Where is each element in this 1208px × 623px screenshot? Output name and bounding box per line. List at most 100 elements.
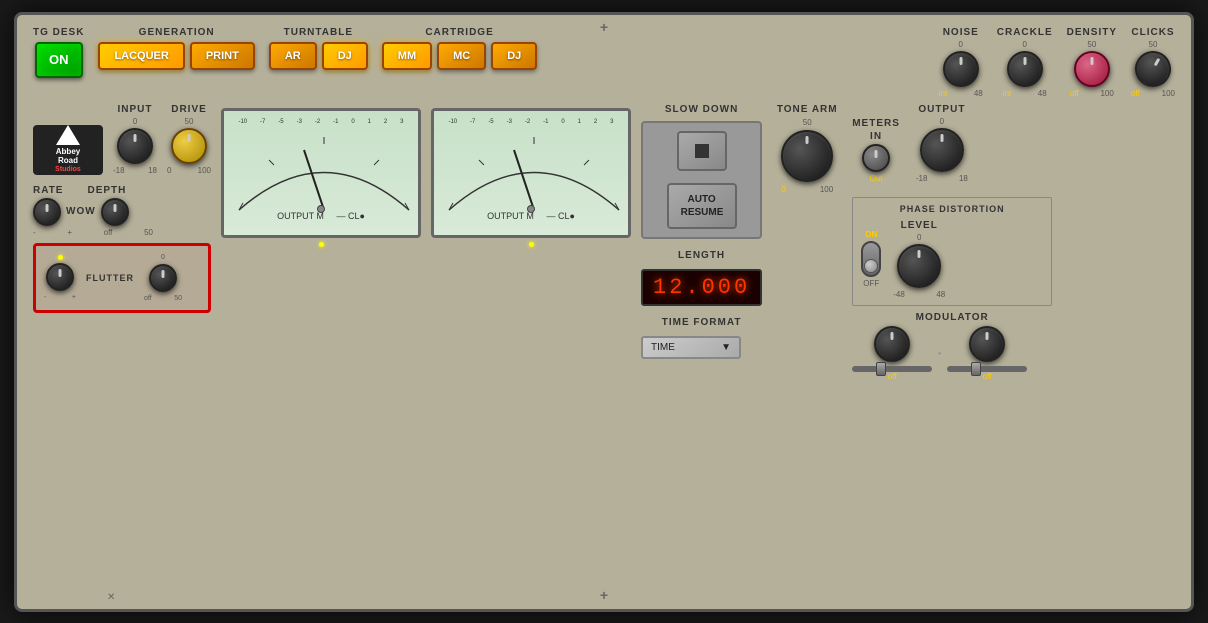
vu-right-led bbox=[529, 242, 534, 247]
drive-value: 50 bbox=[185, 117, 194, 126]
output-knob[interactable] bbox=[920, 128, 964, 172]
vu-arc-right bbox=[439, 125, 629, 215]
mc-button[interactable]: MC bbox=[437, 42, 486, 70]
noise-value: 0 bbox=[959, 40, 963, 49]
flutter-rate-max: + bbox=[72, 294, 76, 301]
studios-text: Studios bbox=[55, 166, 81, 174]
crackle-range: int 48 bbox=[1003, 89, 1047, 98]
plugin-frame: TG DESK ON GENERATION LACQUER PRINT TURN… bbox=[14, 12, 1194, 612]
abbey-road-logo: Abbey Road Studios bbox=[33, 125, 103, 175]
flutter-rate-led bbox=[58, 255, 63, 260]
abbey-text: Abbey bbox=[55, 147, 81, 157]
input-value: 0 bbox=[133, 117, 137, 126]
density-range-min: off bbox=[1070, 89, 1079, 98]
wow-depth-knob[interactable] bbox=[101, 198, 129, 226]
generation-section: GENERATION LACQUER PRINT bbox=[98, 27, 254, 70]
slider-handle-icon bbox=[876, 362, 886, 376]
density-knob[interactable] bbox=[1074, 51, 1110, 87]
cartridge-label: CARTRIDGE bbox=[425, 27, 493, 38]
modulator-knob-right[interactable] bbox=[969, 326, 1005, 362]
lacquer-button[interactable]: LACQUER bbox=[98, 42, 184, 70]
tone-arm-value: 50 bbox=[803, 118, 812, 127]
mm-button[interactable]: MM bbox=[382, 42, 432, 70]
density-section: DENSITY 50 off 100 bbox=[1067, 27, 1117, 98]
turntable-buttons: AR DJ bbox=[269, 42, 368, 70]
toggle-handle-icon bbox=[864, 259, 878, 273]
rate-label: RATE bbox=[33, 185, 63, 196]
vu-left-led bbox=[319, 242, 324, 247]
tg-desk-section: TG DESK ON bbox=[33, 27, 84, 78]
phase-level-value: 0 bbox=[917, 233, 921, 242]
dj-button-cartridge[interactable]: DJ bbox=[491, 42, 537, 70]
noise-section: NOISE 0 int 48 bbox=[939, 27, 983, 98]
noise-label: NOISE bbox=[943, 27, 979, 38]
phase-level-knob[interactable] bbox=[897, 244, 941, 288]
bottom-center-plus-icon: + bbox=[600, 587, 608, 603]
phase-toggle[interactable] bbox=[861, 241, 881, 277]
on-button[interactable]: ON bbox=[35, 42, 83, 78]
density-value: 50 bbox=[1087, 40, 1096, 49]
ar-button[interactable]: AR bbox=[269, 42, 317, 70]
density-range: off 100 bbox=[1070, 89, 1114, 98]
length-label: LENGTH bbox=[678, 250, 725, 261]
modulator-dot-separator: • bbox=[938, 349, 941, 358]
crackle-knob[interactable] bbox=[1007, 51, 1043, 87]
auto-resume-button[interactable]: AUTORESUME bbox=[667, 183, 737, 229]
phase-level-section: LEVEL 0 -48 48 bbox=[893, 220, 945, 299]
drive-label: DRIVE bbox=[171, 104, 207, 115]
stop-icon bbox=[695, 144, 709, 158]
meters-label: METERS bbox=[852, 118, 900, 129]
dj-button-turntable[interactable]: DJ bbox=[322, 42, 368, 70]
road-text: Road bbox=[55, 156, 81, 166]
crackle-value: 0 bbox=[1022, 40, 1026, 49]
vu-label-right: OUTPUT M — CL● bbox=[487, 211, 575, 221]
crackle-range-min: int bbox=[1003, 89, 1011, 98]
print-button[interactable]: PRINT bbox=[190, 42, 255, 70]
flutter-depth-knob[interactable] bbox=[149, 264, 177, 292]
generation-label: GENERATION bbox=[139, 27, 215, 38]
tg-desk-label: TG DESK bbox=[33, 27, 84, 38]
clicks-range-min: off bbox=[1131, 89, 1140, 98]
density-range-max: 100 bbox=[1100, 89, 1113, 98]
wow-row: WOW bbox=[33, 198, 211, 226]
density-label: DENSITY bbox=[1067, 27, 1117, 38]
flutter-depth-value: 0 bbox=[161, 254, 165, 261]
drive-knob[interactable] bbox=[171, 128, 207, 164]
meters-in-knob[interactable] bbox=[862, 144, 890, 172]
wow-rate-knob[interactable] bbox=[33, 198, 61, 226]
tone-arm-range-max: 100 bbox=[820, 185, 833, 194]
stop-button[interactable] bbox=[677, 131, 727, 171]
output-value: 0 bbox=[940, 117, 944, 126]
modulator-slider-right[interactable] bbox=[947, 366, 1027, 372]
vu-arc-left bbox=[229, 125, 419, 215]
drive-range-min: 0 bbox=[167, 166, 171, 175]
clicks-label: CLICKS bbox=[1131, 27, 1174, 38]
flutter-rate-knob[interactable] bbox=[46, 263, 74, 291]
length-display: 12.000 bbox=[641, 269, 762, 306]
wow-label: WOW bbox=[66, 206, 96, 217]
time-format-select[interactable]: TIME ▼ bbox=[641, 336, 741, 359]
vu-meter-left: -10 -7 -5 -3 -2 -1 0 1 2 3 bbox=[221, 108, 421, 238]
noise-knob[interactable] bbox=[943, 51, 979, 87]
clicks-knob[interactable] bbox=[1128, 44, 1177, 93]
flutter-rate-min: - bbox=[44, 294, 46, 301]
noise-range-max: 48 bbox=[974, 89, 983, 98]
noise-range: int 48 bbox=[939, 89, 983, 98]
right-panel: METERS IN Out OUTPUT 0 -18 18 bbox=[852, 104, 1052, 381]
top-center-plus-icon: + bbox=[600, 19, 608, 35]
drive-section: DRIVE 50 0 100 bbox=[167, 104, 211, 175]
turntable-label: TURNTABLE bbox=[284, 27, 353, 38]
phase-distortion-label: PHASE DISTORTION bbox=[861, 204, 1043, 214]
depth-label: DEPTH bbox=[87, 185, 126, 196]
noise-range-min: int bbox=[939, 89, 947, 98]
phase-level-range-min: -48 bbox=[893, 290, 905, 299]
cartridge-buttons: MM MC DJ bbox=[382, 42, 538, 70]
input-knob[interactable] bbox=[117, 128, 153, 164]
slow-down-label: SLOW DOWN bbox=[641, 104, 762, 115]
tone-arm-knob[interactable] bbox=[781, 130, 833, 182]
output-range-min: -18 bbox=[916, 174, 928, 183]
modulator-knob-left[interactable] bbox=[874, 326, 910, 362]
clicks-value: 50 bbox=[1149, 40, 1158, 49]
flutter-depth-max: 50 bbox=[174, 295, 182, 302]
modulator-slider-left[interactable] bbox=[852, 366, 932, 372]
